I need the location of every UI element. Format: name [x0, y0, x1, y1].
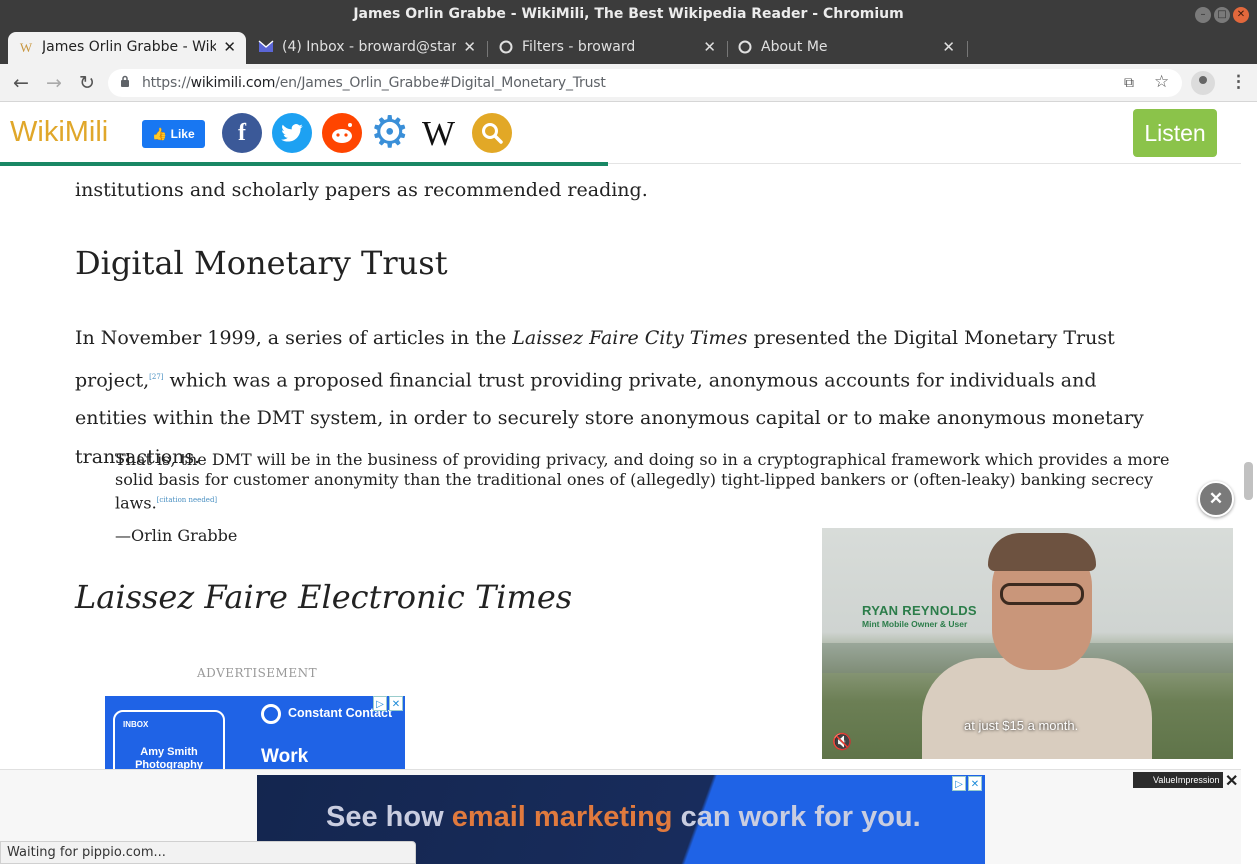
- ad-inbox-label: INBOX: [123, 720, 149, 729]
- scrollbar-thumb[interactable]: [1244, 462, 1253, 500]
- forward-arrow-icon[interactable]: →: [42, 71, 66, 95]
- section-heading: Digital Monetary Trust: [75, 244, 448, 282]
- close-tab-icon[interactable]: ✕: [223, 38, 236, 56]
- banner-text: See how email marketing can work for you…: [326, 801, 921, 833]
- video-close-button[interactable]: ✕: [1198, 481, 1234, 517]
- thumbs-up-icon: 👍: [152, 127, 168, 141]
- video-ad-player[interactable]: RYAN REYNOLDS Mint Mobile Owner & User a…: [822, 528, 1233, 759]
- window-titlebar: James Orlin Grabbe - WikiMili, The Best …: [0, 0, 1257, 30]
- browser-toolbar: ← → ↻ https://wikimili.com/en/James_Orli…: [0, 64, 1257, 102]
- wikimili-logo[interactable]: WikiMili: [10, 116, 108, 149]
- circle-favicon-icon: [737, 40, 753, 56]
- menu-kebab-icon[interactable]: ⋮: [1230, 72, 1247, 92]
- minimize-button[interactable]: –: [1195, 7, 1211, 23]
- blockquote: That is, the DMT will be in the business…: [115, 450, 1170, 513]
- listen-button[interactable]: Listen: [1133, 109, 1217, 157]
- tab-label: Filters - broward: [522, 39, 636, 55]
- facebook-icon[interactable]: f: [222, 113, 262, 153]
- video-person-hair: [988, 533, 1096, 571]
- tab-about-me[interactable]: About Me ✕: [727, 32, 965, 64]
- settings-gear-icon[interactable]: ⚙: [370, 111, 409, 155]
- video-person: [922, 658, 1152, 759]
- video-ad-name: RYAN REYNOLDS: [862, 603, 977, 618]
- mute-icon[interactable]: 🔇: [832, 732, 852, 752]
- ad-headline: Work: [261, 746, 309, 767]
- article-text: institutions and scholarly papers as rec…: [75, 179, 648, 201]
- constant-contact-logo-icon: [261, 704, 281, 724]
- wikipedia-icon[interactable]: W: [422, 114, 455, 154]
- site-header: WikiMili 👍 Like f ⚙ W Listen: [0, 102, 1241, 166]
- wikimili-favicon-icon: W: [19, 40, 33, 55]
- adchoices-icon[interactable]: ▷: [952, 776, 966, 791]
- subsection-heading: Laissez Faire Electronic Times: [75, 578, 573, 616]
- page-scrollbar[interactable]: [1241, 102, 1257, 864]
- status-bar: Waiting for pippio.com...: [0, 841, 416, 864]
- ad-close-icon[interactable]: ✕: [968, 776, 982, 791]
- popup-blocked-icon[interactable]: ⧉: [1124, 74, 1134, 91]
- circle-favicon-icon: [498, 40, 514, 56]
- window-title: James Orlin Grabbe - WikiMili, The Best …: [353, 6, 904, 22]
- ad-close-icon[interactable]: ✕: [389, 696, 403, 711]
- video-caption: at just $15 a month.: [964, 718, 1079, 733]
- citation-needed-link[interactable]: [citation needed]: [157, 496, 218, 504]
- reload-icon[interactable]: ↻: [75, 71, 99, 95]
- tab-label: About Me: [761, 39, 828, 55]
- tab-divider: [967, 41, 968, 57]
- close-tab-icon[interactable]: ✕: [942, 38, 955, 56]
- url-text[interactable]: https://wikimili.com/en/James_Orlin_Grab…: [142, 75, 606, 91]
- tab-label: (4) Inbox - broward@startmail: [282, 39, 456, 55]
- back-arrow-icon[interactable]: ←: [9, 71, 33, 95]
- facebook-like-button[interactable]: 👍 Like: [142, 120, 205, 148]
- tab-label: James Orlin Grabbe - WikiMili: [42, 39, 216, 55]
- mail-favicon-icon: [258, 40, 274, 56]
- adchoices-icon[interactable]: ▷: [373, 696, 387, 711]
- advertisement-label: ADVERTISEMENT: [197, 666, 318, 680]
- video-person-glasses: [1000, 583, 1084, 605]
- bottom-ad-close-icon[interactable]: ✕: [1225, 771, 1238, 791]
- quote-attribution: —Orlin Grabbe: [115, 526, 238, 545]
- citation-link[interactable]: [27]: [149, 373, 163, 381]
- tab-strip: W James Orlin Grabbe - WikiMili ✕ (4) In…: [0, 30, 1257, 89]
- maximize-button[interactable]: □: [1214, 7, 1230, 23]
- reading-progress-bar: [0, 162, 609, 166]
- address-bar[interactable]: https://wikimili.com/en/James_Orlin_Grab…: [108, 69, 1182, 97]
- lock-icon[interactable]: [120, 75, 130, 90]
- tab-filters[interactable]: Filters - broward ✕: [488, 32, 726, 64]
- tab-wikimili[interactable]: W James Orlin Grabbe - WikiMili ✕: [8, 32, 246, 64]
- twitter-icon[interactable]: [272, 113, 312, 153]
- profile-avatar-icon[interactable]: [1191, 71, 1215, 95]
- article-italic-title: Laissez Faire City Times: [512, 327, 748, 349]
- reddit-icon[interactable]: [322, 113, 362, 153]
- video-ad-role: Mint Mobile Owner & User: [862, 619, 968, 629]
- tab-inbox[interactable]: (4) Inbox - broward@startmail ✕: [248, 32, 486, 64]
- bookmark-star-icon[interactable]: ☆: [1154, 72, 1169, 92]
- close-tab-icon[interactable]: ✕: [463, 38, 476, 56]
- close-window-button[interactable]: ✕: [1233, 7, 1249, 23]
- close-tab-icon[interactable]: ✕: [703, 38, 716, 56]
- page-viewport: institutions and scholarly papers as rec…: [0, 102, 1257, 864]
- search-icon[interactable]: [472, 113, 512, 153]
- ad-network-tag[interactable]: ValueImpression: [1133, 772, 1223, 788]
